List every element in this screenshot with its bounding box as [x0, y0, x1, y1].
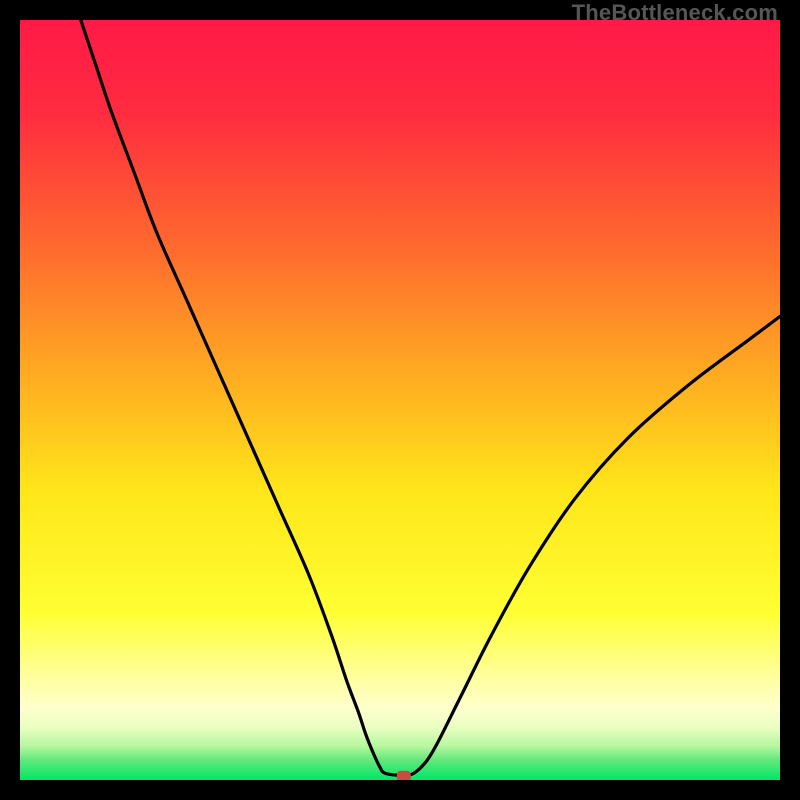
watermark-text: TheBottleneck.com [572, 0, 778, 26]
chart-svg [20, 20, 780, 780]
chart-frame [20, 20, 780, 780]
optimal-marker [397, 771, 411, 780]
gradient-background [20, 20, 780, 780]
